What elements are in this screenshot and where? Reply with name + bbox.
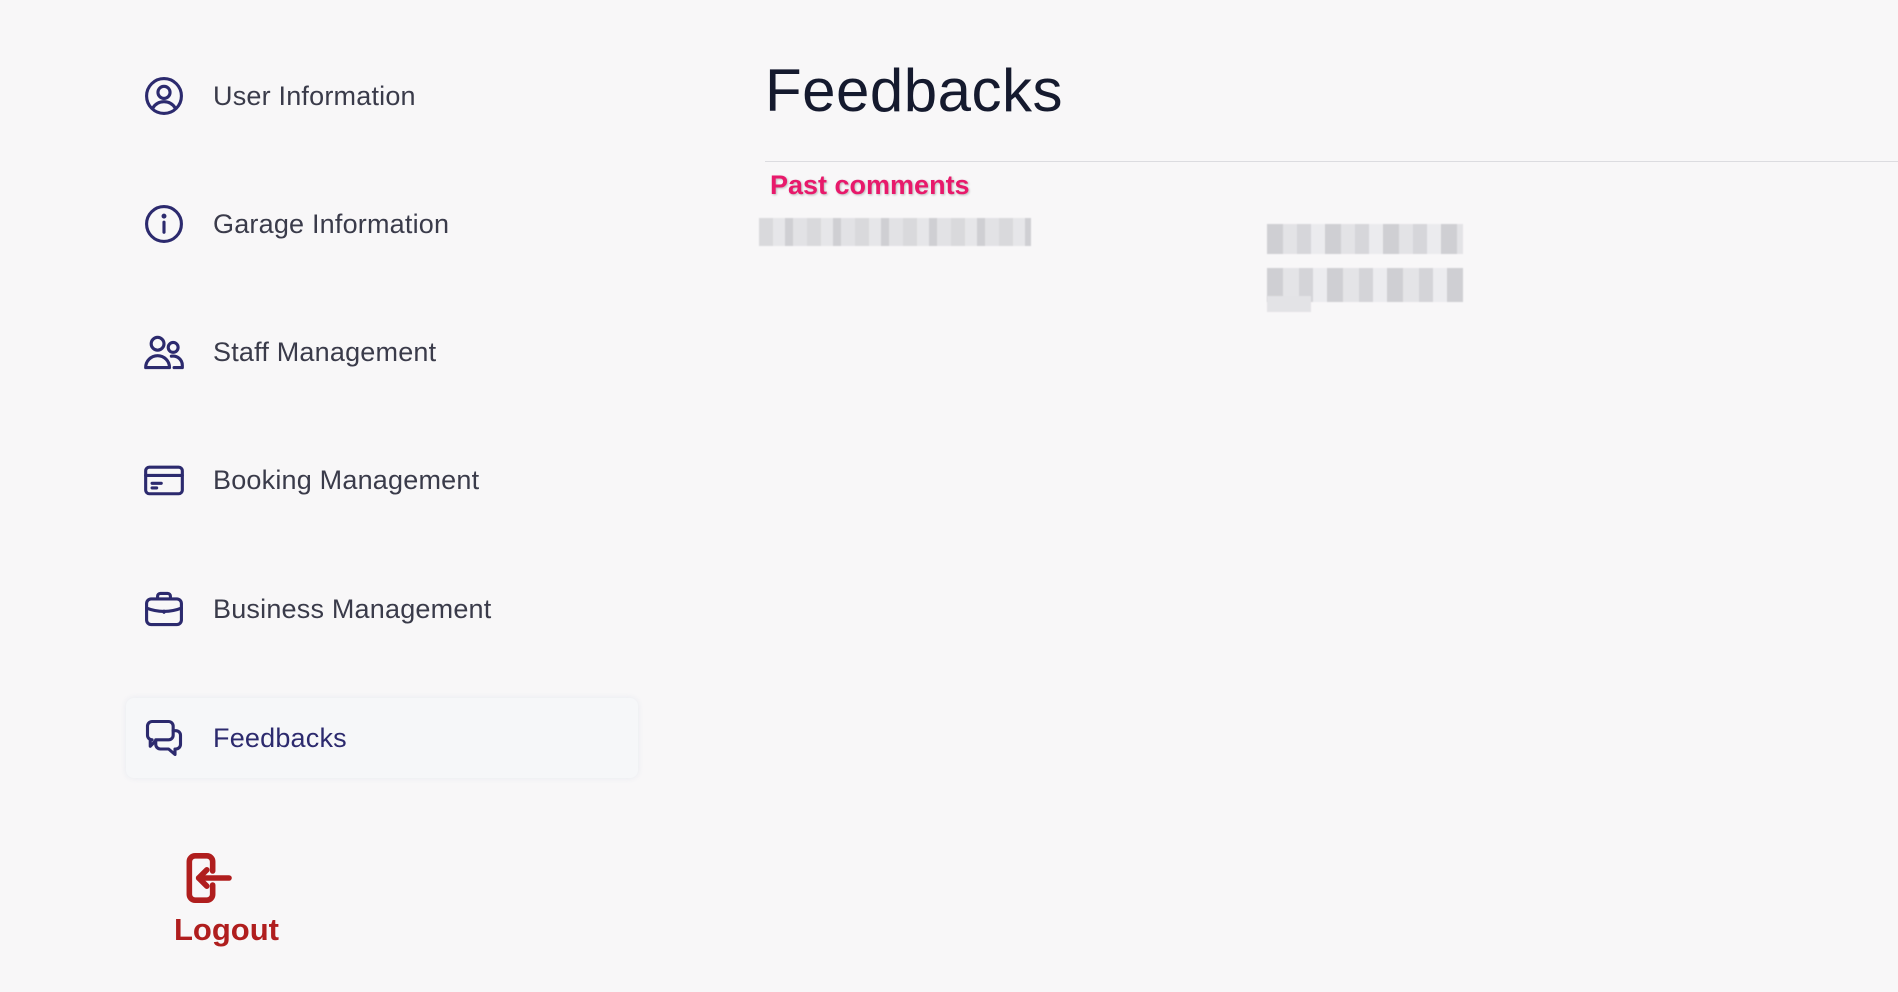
sidebar-item-label: Staff Management — [213, 336, 437, 367]
sidebar-item-label: User Information — [213, 80, 416, 111]
logout-icon — [186, 853, 232, 903]
chat-bubbles-icon — [142, 716, 186, 760]
redacted-comment-author — [759, 218, 1031, 246]
sidebar-item-feedbacks[interactable]: Feedbacks — [126, 698, 638, 778]
info-circle-icon — [142, 202, 186, 246]
sidebar-item-label: Business Management — [213, 593, 492, 624]
sidebar-item-garage-information[interactable]: Garage Information — [126, 184, 638, 264]
briefcase-icon — [142, 587, 186, 631]
sidebar-item-label: Booking Management — [213, 464, 480, 495]
sidebar-item-staff-management[interactable]: Staff Management — [126, 312, 638, 392]
sidebar-item-business-management[interactable]: Business Management — [126, 569, 638, 649]
credit-card-icon — [142, 458, 186, 502]
section-label: Past comments — [770, 170, 970, 200]
sidebar-item-label: Garage Information — [213, 208, 450, 239]
user-circle-icon — [142, 74, 186, 118]
logout-button[interactable]: Logout — [170, 850, 290, 960]
redacted-comment-text — [1267, 224, 1463, 254]
sidebar-item-user-information[interactable]: User Information — [126, 56, 638, 136]
main-content: Feedbacks Past comments — [759, 0, 1898, 992]
sidebar-item-label: Feedbacks — [213, 722, 347, 753]
redacted-comment-text — [1267, 296, 1311, 312]
logout-label: Logout — [174, 912, 280, 947]
page-title: Feedbacks — [765, 57, 1063, 124]
users-icon — [142, 330, 186, 374]
divider — [765, 161, 1898, 162]
sidebar-item-booking-management[interactable]: Booking Management — [126, 440, 638, 520]
